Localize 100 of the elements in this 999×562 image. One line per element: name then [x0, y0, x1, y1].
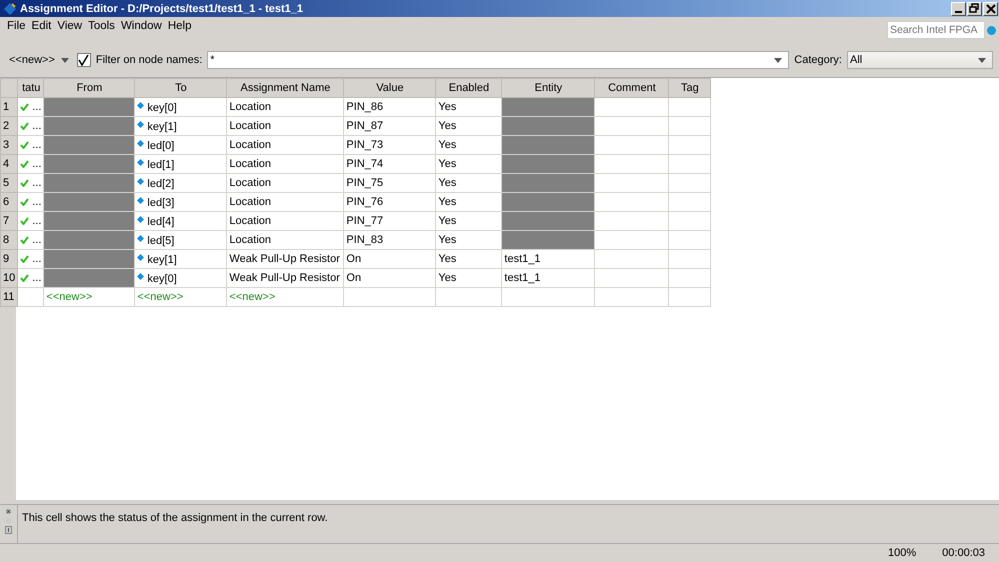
- table-cell: Yes: [436, 174, 502, 192]
- check-icon: [20, 179, 30, 187]
- table-cell: Yes: [436, 250, 502, 268]
- column-header[interactable]: Comment: [594, 78, 669, 98]
- table-cell: Yes: [436, 230, 502, 250]
- table-cell: PIN_87: [344, 116, 436, 136]
- diamond-icon: [3, 2, 17, 16]
- to-cell: led[3]: [134, 192, 227, 212]
- row-number[interactable]: 3: [0, 136, 18, 154]
- message-text: This cell shows the status of the assignment in the current row.: [21, 511, 329, 526]
- table-cell: On: [344, 250, 436, 268]
- column-header[interactable]: Value: [344, 78, 436, 98]
- table-cell: Location: [226, 174, 344, 192]
- check-icon: [20, 217, 30, 225]
- zoom-level: 100%: [888, 547, 916, 559]
- node-icon: [137, 178, 144, 185]
- row-number[interactable]: 8: [0, 230, 18, 250]
- table-cell: Yes: [436, 98, 502, 116]
- status-cell: ...: [18, 154, 44, 174]
- row-number[interactable]: 5: [0, 174, 18, 192]
- filter-checkbox[interactable]: [76, 53, 91, 67]
- table-cell: Location: [226, 136, 344, 154]
- restore-button[interactable]: [967, 2, 982, 16]
- caret-icon: [978, 58, 986, 62]
- category-label: Category:: [794, 54, 842, 66]
- check-icon: [20, 122, 30, 130]
- caret-icon: [60, 58, 69, 62]
- check-icon: [20, 274, 30, 282]
- close-icon[interactable]: [5, 508, 12, 515]
- table-cell: Yes: [436, 192, 502, 212]
- menu-item[interactable]: Edit: [28, 19, 54, 33]
- node-icon: [137, 102, 144, 109]
- table-cell: Location: [226, 212, 344, 230]
- filter-combo[interactable]: *: [207, 51, 790, 69]
- table-cell: PIN_86: [344, 98, 436, 116]
- table-cell: PIN_76: [344, 192, 436, 212]
- node-icon: [137, 197, 144, 204]
- row-number[interactable]: 1: [0, 98, 18, 116]
- column-header[interactable]: To: [134, 78, 227, 98]
- node-icon: [137, 140, 144, 147]
- elapsed-time: 00:00:03: [942, 547, 985, 559]
- column-header[interactable]: Entity: [502, 78, 595, 98]
- to-cell: led[4]: [134, 212, 227, 230]
- category-combo[interactable]: All: [847, 51, 993, 69]
- status-cell: ...: [18, 212, 44, 230]
- table-cell: Location: [226, 98, 344, 116]
- new-cell[interactable]: <<new>>: [226, 288, 344, 306]
- column-header[interactable]: From: [44, 78, 135, 98]
- table-cell: Weak Pull-Up Resistor: [226, 250, 344, 268]
- pin-icon[interactable]: [5, 526, 12, 534]
- table-cell: Weak Pull-Up Resistor: [226, 268, 344, 288]
- status-cell: ...: [18, 136, 44, 154]
- row-number[interactable]: 2: [0, 116, 18, 136]
- menu-item[interactable]: Window: [118, 19, 165, 33]
- menu-item[interactable]: Help: [164, 19, 194, 33]
- node-icon: [137, 159, 144, 166]
- to-cell: key[1]: [134, 250, 227, 268]
- table-cell: Yes: [436, 154, 502, 174]
- close-button[interactable]: [983, 2, 998, 16]
- restore-icon: [969, 3, 980, 14]
- close-icon: [986, 4, 996, 14]
- column-header[interactable]: Enabled: [436, 78, 502, 98]
- to-cell: key[1]: [134, 116, 227, 136]
- menu-item[interactable]: Tools: [85, 19, 118, 33]
- to-cell: key[0]: [134, 98, 227, 116]
- menu-item[interactable]: File: [4, 19, 29, 33]
- globe-icon: [987, 26, 996, 34]
- column-header[interactable]: Tag: [668, 78, 711, 98]
- to-cell: led[1]: [134, 154, 227, 174]
- row-number[interactable]: 10: [0, 268, 18, 288]
- new-cell[interactable]: <<new>>: [134, 288, 227, 306]
- row-number[interactable]: 4: [0, 154, 18, 174]
- node-icon: [137, 216, 144, 223]
- to-cell: led[2]: [134, 174, 227, 192]
- row-number[interactable]: 6: [0, 192, 18, 212]
- column-header[interactable]: Assignment Name: [226, 78, 344, 98]
- new-dropdown[interactable]: <<new>>: [6, 54, 72, 66]
- check-icon: [20, 236, 30, 244]
- status-cell: ...: [18, 192, 44, 212]
- status-cell: ...: [18, 230, 44, 250]
- table-cell: Location: [226, 230, 344, 250]
- row-number[interactable]: 9: [0, 250, 18, 268]
- entity-cell: test1_1: [502, 250, 595, 268]
- minimize-button[interactable]: [951, 2, 966, 16]
- column-header[interactable]: tatu: [18, 78, 44, 98]
- status-cell: ...: [18, 268, 44, 288]
- new-cell[interactable]: <<new>>: [44, 288, 135, 306]
- table-cell: Location: [226, 116, 344, 136]
- menu-item[interactable]: View: [54, 19, 86, 33]
- entity-cell: test1_1: [502, 268, 595, 288]
- table-cell: PIN_83: [344, 230, 436, 250]
- table-cell: PIN_73: [344, 136, 436, 154]
- row-number[interactable]: 11: [0, 288, 18, 306]
- table-cell: Location: [226, 192, 344, 212]
- status-cell: ...: [18, 116, 44, 136]
- search-field[interactable]: Search Intel FPGA: [887, 21, 985, 39]
- row-number[interactable]: 7: [0, 212, 18, 230]
- table-cell: Yes: [436, 212, 502, 230]
- check-icon: [20, 103, 30, 111]
- to-cell: led[5]: [134, 230, 227, 250]
